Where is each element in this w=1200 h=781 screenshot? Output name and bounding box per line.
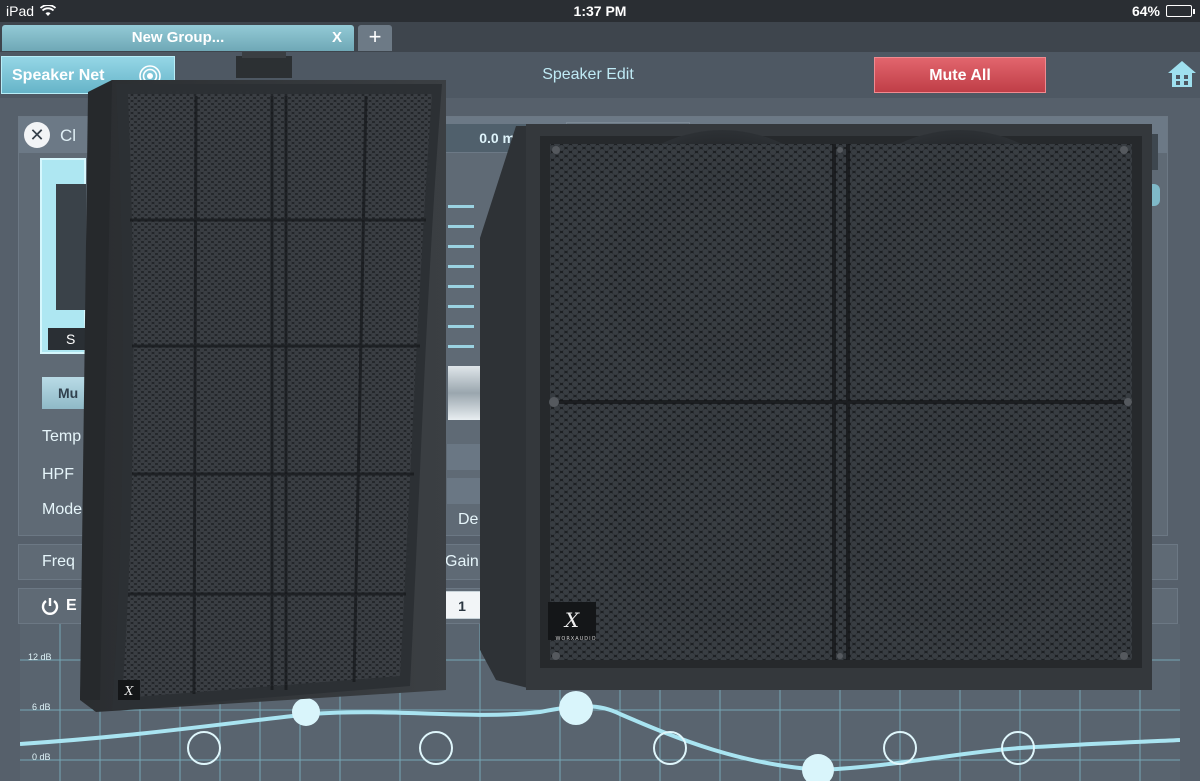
tab-strip: New Group... X +	[0, 22, 1200, 52]
subwoofer-speaker-image: X WORXAUDIO	[480, 124, 1152, 690]
speaker-logo-left: X	[124, 684, 134, 698]
tab-new-group[interactable]: New Group... X	[2, 25, 354, 51]
eq-band-handle[interactable]	[187, 731, 221, 765]
tab-label: New Group...	[131, 29, 225, 46]
tab-close-button[interactable]: X	[332, 25, 342, 51]
add-tab-button[interactable]: +	[358, 25, 392, 51]
eq-band-handle[interactable]	[419, 731, 453, 765]
power-icon[interactable]	[40, 596, 60, 616]
battery-icon	[1166, 5, 1195, 17]
page-title: Speaker Edit	[542, 66, 634, 83]
eq-band-handle[interactable]	[559, 691, 593, 725]
mute-all-button[interactable]: Mute All	[874, 57, 1046, 93]
db-label-6: 6 dB	[32, 702, 51, 712]
clock: 1:37 PM	[573, 3, 627, 19]
freq-label: Freq	[42, 553, 75, 570]
panel-title: Cl	[60, 126, 77, 145]
hpf-label: HPF	[42, 466, 74, 483]
status-bar: iPad 1:37 PM 64%	[0, 0, 1200, 22]
battery-percent: 64%	[1131, 3, 1160, 19]
app-screen: iPad 1:37 PM 64% New Group... X + Speake…	[0, 0, 1200, 781]
db-label-0: 0 dB	[32, 752, 51, 762]
close-icon[interactable]: ✕	[24, 122, 50, 148]
eq-band-handle[interactable]	[802, 754, 834, 781]
speaker-brand-right: WORXAUDIO	[555, 636, 596, 642]
eq-band-handle[interactable]	[653, 731, 687, 765]
home-icon[interactable]	[1166, 58, 1198, 90]
speaker-logo-right: X	[563, 608, 580, 632]
line-array-speaker-image: X	[80, 52, 446, 712]
db-label-12: 12 dB	[28, 652, 52, 662]
